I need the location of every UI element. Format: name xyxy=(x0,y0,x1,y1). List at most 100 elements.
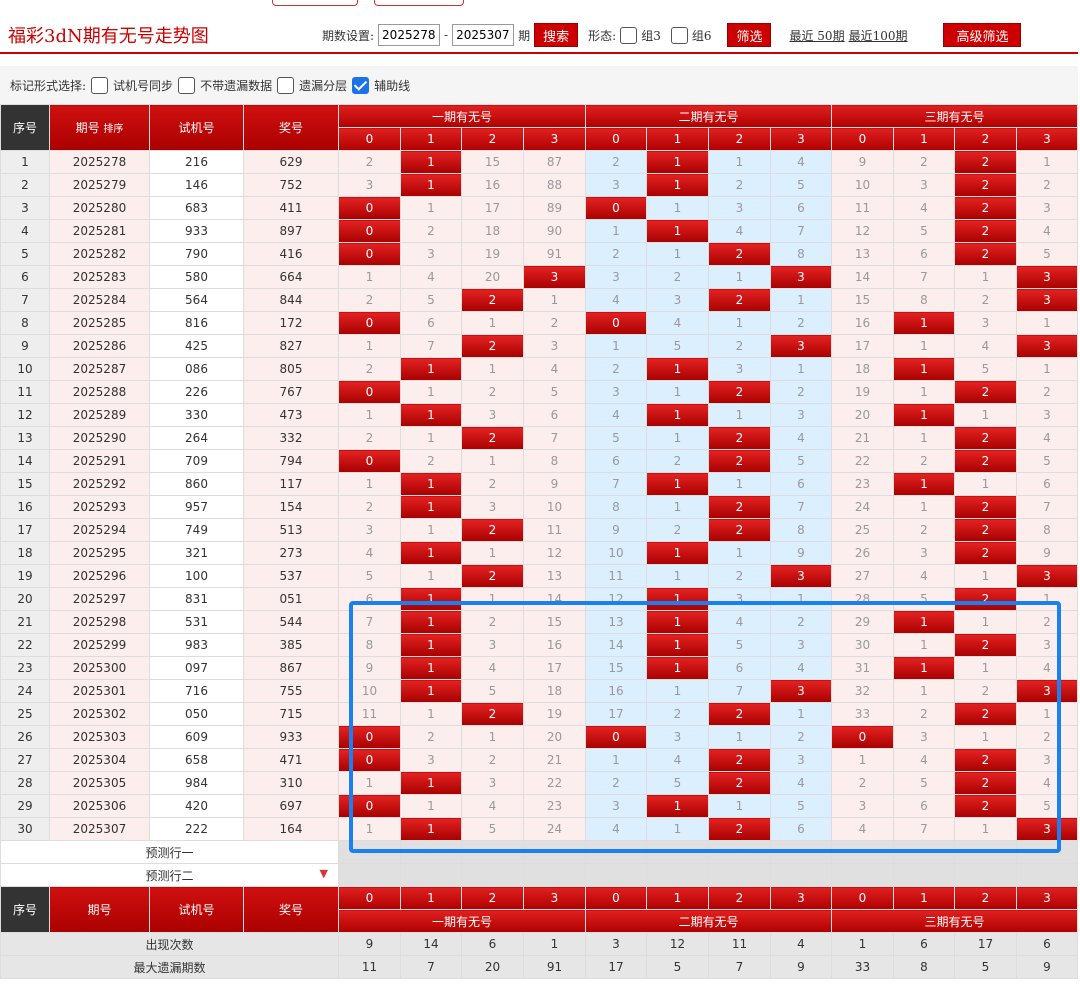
recent-50-link[interactable]: 最近 50期 xyxy=(789,27,844,44)
table-row: 24 2025301 716 755 10 1 5 18 16 1 7 3 32 1 2 3 xyxy=(0,679,1078,703)
trial-cell: 658 xyxy=(149,748,244,772)
predict-cell[interactable] xyxy=(770,863,832,887)
period-to-input[interactable] xyxy=(452,24,515,46)
stat-value: 1 xyxy=(831,932,894,956)
miss-cell: 17 xyxy=(461,196,524,220)
predict-cell[interactable] xyxy=(461,840,524,864)
search-button[interactable]: 搜索 xyxy=(534,23,579,47)
miss-cell: 1 xyxy=(400,426,462,450)
miss-cell: 5 xyxy=(646,771,709,795)
predict-label[interactable]: 预测行一 xyxy=(0,840,339,864)
hit-cell: 0 xyxy=(585,311,647,335)
miss-cell: 7 xyxy=(770,219,832,243)
down-arrow-icon[interactable]: ▼ xyxy=(320,867,328,880)
top-button-stub[interactable] xyxy=(374,0,464,6)
col-period-header[interactable]: 期号 排序 xyxy=(49,104,150,151)
group2-footer: 二期有无号 xyxy=(585,909,832,933)
prize-cell: 513 xyxy=(243,518,339,542)
predict-cell[interactable] xyxy=(646,863,709,887)
miss-cell: 1 xyxy=(585,219,647,243)
period-cell: 2025284 xyxy=(49,288,150,312)
occur-row: 出现次数 9 14 6 1 3 12 11 4 1 6 17 6 xyxy=(0,932,1078,956)
predict-cell[interactable] xyxy=(831,863,894,887)
col-period-label: 期号 xyxy=(75,121,100,135)
predict-cell[interactable] xyxy=(1016,840,1078,864)
top-button-stub[interactable] xyxy=(272,0,358,6)
sub-col-header: 2 xyxy=(954,127,1017,151)
hit-cell: 3 xyxy=(770,334,832,358)
period-cell: 2025278 xyxy=(49,150,150,174)
miss-layer-checkbox[interactable] xyxy=(277,76,295,94)
miss-cell: 16 xyxy=(831,311,894,335)
predict-cell[interactable] xyxy=(708,863,771,887)
no-miss-checkbox[interactable] xyxy=(178,76,196,94)
predict-cell[interactable] xyxy=(893,863,955,887)
prize-cell: 664 xyxy=(243,265,339,289)
miss-cell: 2 xyxy=(954,679,1017,703)
filter-button[interactable]: 筛选 xyxy=(727,23,772,47)
predict-cell[interactable] xyxy=(646,840,709,864)
miss-cell: 33 xyxy=(831,702,894,726)
miss-cell: 4 xyxy=(893,196,955,220)
seq-cell: 10 xyxy=(0,357,50,381)
predict-cell[interactable] xyxy=(708,840,771,864)
predict-cell[interactable] xyxy=(831,840,894,864)
predict-cell[interactable] xyxy=(585,863,647,887)
miss-cell: 2 xyxy=(893,150,955,174)
miss-cell: 8 xyxy=(770,518,832,542)
seq-cell: 12 xyxy=(0,403,50,427)
aux-line-checkbox[interactable] xyxy=(352,76,370,94)
trial-cell: 330 xyxy=(149,403,244,427)
predict-cell[interactable] xyxy=(770,840,832,864)
sub-col-header: 1 xyxy=(893,127,955,151)
predict-label[interactable]: 预测行二 ▼ xyxy=(0,863,339,887)
miss-cell: 8 xyxy=(770,242,832,266)
predict-cell[interactable] xyxy=(400,840,462,864)
miss-cell: 4 xyxy=(954,334,1017,358)
prize-cell: 416 xyxy=(243,242,339,266)
recent-100-link[interactable]: 最近100期 xyxy=(849,27,908,44)
miss-cell: 6 xyxy=(585,449,647,473)
miss-cell: 1 xyxy=(338,771,401,795)
advanced-filter-button[interactable]: 高级筛选 xyxy=(943,23,1022,47)
predict-cell[interactable] xyxy=(523,863,586,887)
miss-cell: 2 xyxy=(400,449,462,473)
group6-checkbox[interactable] xyxy=(670,26,688,44)
miss-cell: 5 xyxy=(770,173,832,197)
predict-cell[interactable] xyxy=(954,863,1017,887)
miss-cell: 3 xyxy=(461,495,524,519)
predict-cell[interactable] xyxy=(338,840,401,864)
group3-checkbox[interactable] xyxy=(620,26,638,44)
predict-cell[interactable] xyxy=(461,863,524,887)
miss-cell: 4 xyxy=(585,817,647,841)
predict-cell[interactable] xyxy=(338,863,401,887)
miss-cell: 11 xyxy=(338,702,401,726)
predict-cell[interactable] xyxy=(523,840,586,864)
predict-cell[interactable] xyxy=(893,840,955,864)
hit-cell: 2 xyxy=(954,748,1017,772)
predict-cell[interactable] xyxy=(585,840,647,864)
sort-toggle[interactable]: 排序 xyxy=(103,124,123,135)
hit-cell: 3 xyxy=(1016,564,1078,588)
period-from-input[interactable] xyxy=(378,24,441,46)
miss-cell: 12 xyxy=(831,219,894,243)
predict-cell[interactable] xyxy=(1016,863,1078,887)
period-cell: 2025292 xyxy=(49,472,150,496)
seq-cell: 8 xyxy=(0,311,50,335)
miss-cell: 1 xyxy=(400,518,462,542)
trial-cell: 749 xyxy=(149,518,244,542)
miss-cell: 3 xyxy=(1016,633,1078,657)
predict-cell[interactable] xyxy=(954,840,1017,864)
period-cell: 2025283 xyxy=(49,265,150,289)
trial-sync-checkbox[interactable] xyxy=(91,76,109,94)
hit-cell: 3 xyxy=(1016,817,1078,841)
miss-cell: 4 xyxy=(1016,771,1078,795)
predict-cell[interactable] xyxy=(400,863,462,887)
miss-cell: 8 xyxy=(1016,518,1078,542)
hit-cell: 1 xyxy=(646,656,709,680)
miss-cell: 20 xyxy=(461,265,524,289)
trial-cell: 564 xyxy=(149,288,244,312)
hit-cell: 0 xyxy=(338,794,401,818)
hit-cell: 1 xyxy=(893,311,955,335)
prize-cell: 794 xyxy=(243,449,339,473)
